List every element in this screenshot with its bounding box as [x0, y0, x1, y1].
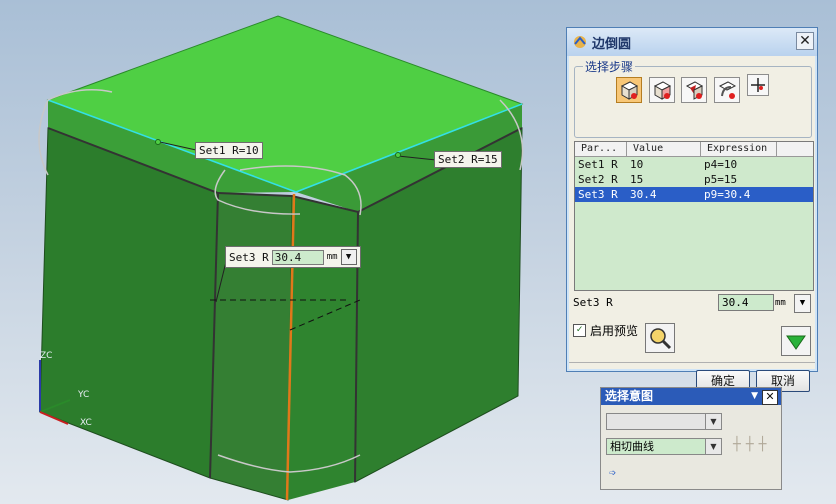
set3-unit: mm [326, 252, 338, 262]
set3-value-input[interactable]: 30.4 [271, 249, 324, 265]
yc-label: YC [78, 390, 90, 400]
parameter-table[interactable]: Par... Value Expression Set1 R 10 p4=10 … [574, 141, 814, 291]
selection-intent-toolbar: 选择意图 ▼ ✕ ▼ 相切曲线 ▼ ┼┼┼ ➩ [600, 387, 782, 490]
curve-options-icon: ┼┼┼ [733, 437, 772, 452]
down-arrow-icon[interactable]: ▼ [794, 294, 811, 313]
intent-titlebar[interactable]: 选择意图 ▼ ✕ [601, 388, 781, 405]
dialog-titlebar[interactable]: 边倒圆 ✕ [567, 28, 817, 56]
preview-label: 启用预览 [590, 324, 639, 338]
preview-checkbox[interactable]: ✓ [573, 324, 586, 337]
radius-value-input[interactable]: 30.4 [718, 294, 774, 311]
setback-step-icon[interactable] [681, 77, 707, 103]
preview-toggle[interactable]: ✓ 启用预览 [573, 322, 638, 339]
col-expression[interactable]: Expression [701, 142, 777, 156]
variable-radius-step-icon[interactable] [649, 77, 675, 103]
steps-group: 选择步骤 [574, 58, 812, 138]
front-right-face[interactable] [288, 196, 358, 500]
close-button[interactable]: ✕ [796, 32, 814, 50]
point-step-icon[interactable] [747, 74, 769, 96]
edge-blend-dialog: 边倒圆 ✕ 选择步骤 Par... Value Expression Set1 … [566, 27, 818, 392]
xc-label: XC [80, 418, 92, 428]
edge-step-icon[interactable] [616, 77, 642, 103]
steps-label: 选择步骤 [583, 58, 636, 75]
dialog-body: 选择步骤 Par... Value Expression Set1 R 10 p… [569, 56, 815, 392]
table-header: Par... Value Expression [575, 142, 813, 157]
table-body: Set1 R 10 p4=10 Set2 R 15 p5=15 Set3 R 3… [575, 157, 813, 290]
intent-title: 选择意图 [605, 389, 654, 403]
table-row[interactable]: Set1 R 10 p4=10 [575, 157, 813, 172]
dialog-title: 边倒圆 [592, 36, 632, 52]
unit-label: mm [775, 298, 786, 308]
current-param-label: Set3 R [573, 296, 613, 309]
intent-rule-combo[interactable]: 相切曲线 ▼ [606, 438, 722, 455]
set1-radius-tag[interactable]: Set1 R=10 [195, 142, 263, 159]
dropdown-icon[interactable]: ▼ [751, 388, 758, 405]
set3-prefix: Set3 R [229, 250, 269, 264]
col-value[interactable]: Value [627, 142, 701, 156]
down-arrow-icon[interactable]: ▼ [340, 249, 357, 265]
blend-app-icon [574, 36, 586, 48]
arrow-right-icon[interactable]: ➩ [609, 466, 616, 480]
fillet-face[interactable] [209, 192, 293, 501]
chevron-down-icon[interactable]: ▼ [705, 439, 721, 454]
expand-arrow-icon[interactable] [781, 326, 811, 356]
chevron-down-icon[interactable]: ▼ [705, 414, 721, 429]
zc-label: ZC [40, 351, 53, 361]
set2-radius-tag[interactable]: Set2 R=15 [434, 151, 502, 168]
set3-radius-input-tag[interactable]: Set3 R 30.4 mm ▼ [225, 246, 361, 268]
filter-combo[interactable]: ▼ [606, 413, 722, 430]
table-row[interactable]: Set2 R 15 p5=15 [575, 172, 813, 187]
close-icon[interactable]: ✕ [762, 390, 778, 405]
table-row-selected[interactable]: Set3 R 30.4 p9=30.4 [575, 187, 813, 202]
magnifier-icon[interactable] [645, 323, 675, 353]
col-param[interactable]: Par... [575, 142, 627, 156]
stop-short-step-icon[interactable] [714, 77, 740, 103]
